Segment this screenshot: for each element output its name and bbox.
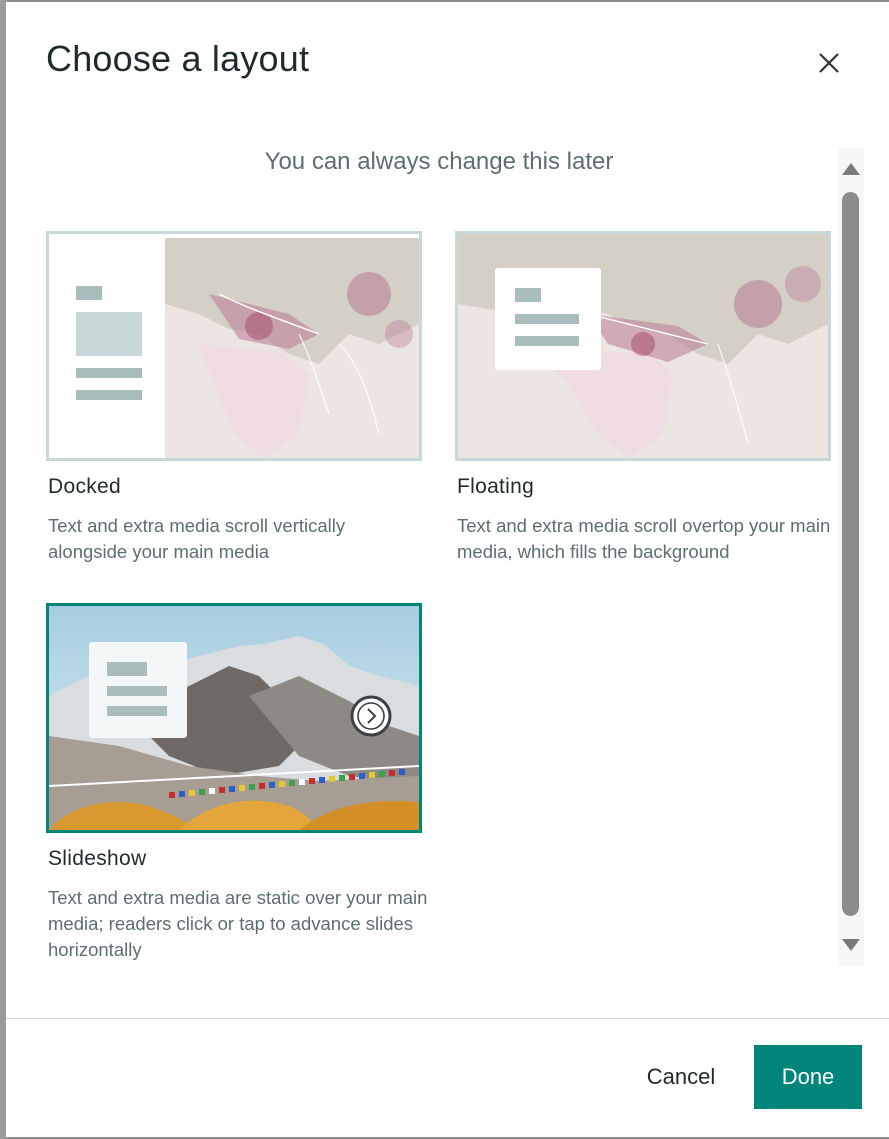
- slideshow-thumbnail: [46, 603, 422, 833]
- layout-option-floating[interactable]: Floating Text and extra media scroll ove…: [455, 231, 831, 571]
- scroll-up-arrow-icon[interactable]: [842, 162, 860, 176]
- layout-title-slideshow: Slideshow: [48, 847, 147, 870]
- next-slide-icon: [350, 695, 392, 737]
- done-button[interactable]: Done: [754, 1045, 862, 1109]
- docked-thumbnail: [46, 231, 422, 461]
- close-button[interactable]: [812, 46, 846, 80]
- layout-title-floating: Floating: [457, 475, 535, 498]
- close-icon: [819, 53, 839, 73]
- layout-option-slideshow[interactable]: Slideshow Text and extra media are stati…: [46, 603, 427, 973]
- dialog-subtitle: You can always change this later: [264, 148, 614, 175]
- dialog-title: Choose a layout: [46, 38, 310, 79]
- layout-description-slideshow: Text and extra media are static over you…: [48, 887, 428, 960]
- scrollbar[interactable]: [838, 148, 864, 966]
- floating-thumbnail: [455, 231, 831, 461]
- footer-divider: [6, 1018, 889, 1019]
- layout-description-docked: Text and extra media scroll vertically a…: [48, 515, 346, 562]
- choose-layout-dialog: Choose a layout You can always change th…: [6, 2, 889, 1137]
- cancel-button[interactable]: Cancel: [626, 1045, 736, 1109]
- layout-description-floating: Text and extra media scroll overtop your…: [457, 515, 831, 562]
- scrollbar-thumb[interactable]: [842, 192, 859, 916]
- layout-title-docked: Docked: [48, 475, 122, 498]
- scroll-down-arrow-icon[interactable]: [842, 938, 860, 952]
- layout-option-docked[interactable]: Docked Text and extra media scroll verti…: [46, 231, 422, 571]
